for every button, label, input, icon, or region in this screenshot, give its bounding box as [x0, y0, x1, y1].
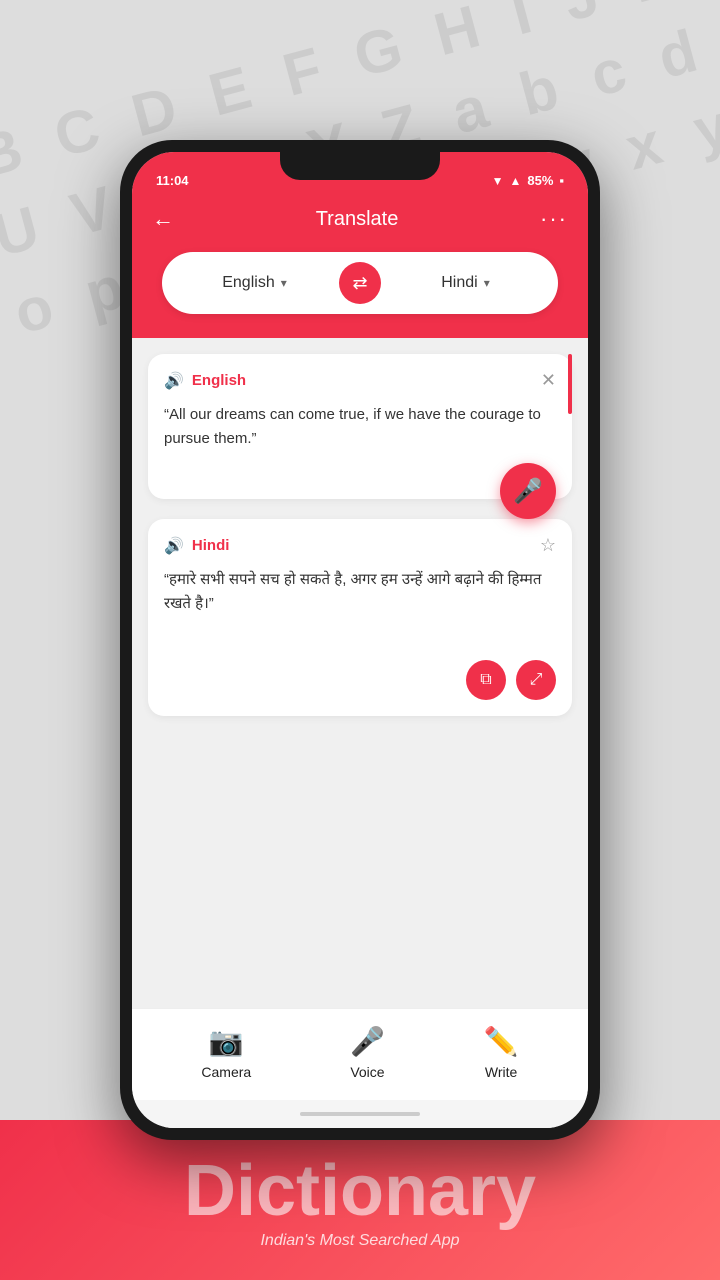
- app-header: ← Translate ···: [132, 196, 588, 252]
- source-language-selector[interactable]: English ▾: [178, 274, 331, 292]
- source-lang-arrow: ▾: [281, 276, 287, 290]
- write-toolbar-item[interactable]: ✏️ Write: [484, 1025, 519, 1080]
- bottom-toolbar: 📷 Camera 🎤 Voice ✏️ Write: [132, 1008, 588, 1100]
- share-icon: ⤢: [530, 671, 543, 689]
- menu-button[interactable]: ···: [540, 206, 568, 232]
- target-language-selector[interactable]: Hindi ▾: [389, 274, 542, 292]
- brand-subtitle: Indian's Most Searched App: [260, 1232, 459, 1250]
- phone-notch: [280, 152, 440, 180]
- microphone-icon: 🎤: [513, 477, 543, 506]
- voice-toolbar-item[interactable]: 🎤 Voice: [350, 1025, 385, 1080]
- write-label: Write: [485, 1064, 517, 1080]
- wifi-icon: ▼: [492, 174, 504, 188]
- source-language-label: English: [222, 274, 274, 292]
- lang-bar: English ▾ ⇄ Hindi ▾: [162, 252, 558, 314]
- camera-toolbar-item[interactable]: 📷 Camera: [201, 1025, 251, 1080]
- back-button[interactable]: ←: [152, 206, 174, 232]
- battery-text: 85%: [527, 173, 553, 188]
- language-selector: English ▾ ⇄ Hindi ▾: [132, 252, 588, 338]
- phone-screen: 11:04 ▼ ▲ 85% ▪ ← Translate ··· English …: [132, 152, 588, 1128]
- copy-button[interactable]: ⧉: [466, 660, 506, 700]
- source-speaker-icon[interactable]: 🔊: [164, 371, 184, 391]
- translate-icon: ⇄: [352, 273, 367, 294]
- target-text: “हमारे सभी सपने सच हो सकते है, अगर हम उन…: [164, 568, 556, 648]
- close-button[interactable]: ✕: [541, 370, 556, 391]
- status-time: 11:04: [156, 173, 189, 188]
- target-lang-name: Hindi: [192, 537, 230, 554]
- swap-languages-button[interactable]: ⇄: [339, 262, 381, 304]
- phone-frame: 11:04 ▼ ▲ 85% ▪ ← Translate ··· English …: [120, 140, 600, 1140]
- source-card-lang: 🔊 English: [164, 371, 246, 391]
- source-card-header: 🔊 English ✕: [164, 370, 556, 391]
- home-indicator: [132, 1100, 588, 1128]
- source-text[interactable]: “All our dreams can come true, if we hav…: [164, 403, 556, 483]
- signal-icon: ▲: [509, 174, 521, 188]
- target-speaker-icon[interactable]: 🔊: [164, 536, 184, 556]
- target-lang-arrow: ▾: [484, 276, 490, 290]
- favorite-button[interactable]: ☆: [540, 535, 556, 556]
- voice-label: Voice: [350, 1064, 384, 1080]
- battery-icon: ▪: [559, 173, 564, 188]
- card-actions: ⧉ ⤢: [164, 660, 556, 700]
- share-button[interactable]: ⤢: [516, 660, 556, 700]
- write-icon: ✏️: [484, 1025, 519, 1058]
- target-language-label: Hindi: [441, 274, 477, 292]
- target-card-header: 🔊 Hindi ☆: [164, 535, 556, 556]
- brand-title: Dictionary: [184, 1150, 536, 1232]
- bottom-branding: Dictionary Indian's Most Searched App: [0, 1120, 720, 1280]
- main-content: 🔊 English ✕ “All our dreams can come tru…: [132, 338, 588, 1008]
- target-card: 🔊 Hindi ☆ “हमारे सभी सपने सच हो सकते है,…: [148, 519, 572, 716]
- target-card-lang: 🔊 Hindi: [164, 536, 229, 556]
- home-bar: [300, 1112, 420, 1116]
- page-title: Translate: [316, 208, 399, 231]
- status-right: ▼ ▲ 85% ▪: [492, 173, 564, 188]
- voice-icon: 🎤: [350, 1025, 385, 1058]
- camera-label: Camera: [201, 1064, 251, 1080]
- source-card: 🔊 English ✕ “All our dreams can come tru…: [148, 354, 572, 499]
- camera-icon: 📷: [209, 1025, 244, 1058]
- scroll-accent: [568, 354, 572, 414]
- microphone-fab-button[interactable]: 🎤: [500, 463, 556, 519]
- source-lang-name: English: [192, 372, 246, 389]
- copy-icon: ⧉: [480, 671, 491, 689]
